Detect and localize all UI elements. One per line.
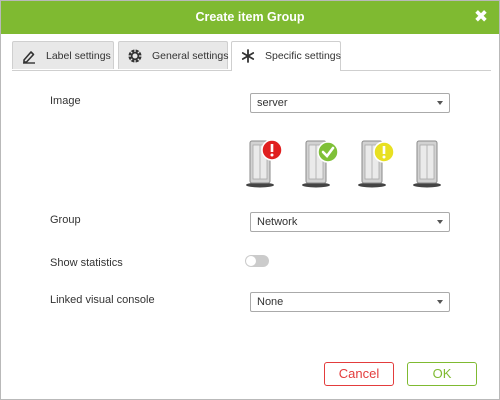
linked-console-label: Linked visual console <box>50 294 155 306</box>
linked-console-select-value: None <box>257 296 284 308</box>
create-item-group-dialog: Create item Group ✖ Label settings Gener… <box>0 0 500 400</box>
tab-label-settings[interactable]: Label settings <box>12 41 114 69</box>
dialog-titlebar: Create item Group ✖ <box>1 1 499 34</box>
group-label: Group <box>50 214 81 226</box>
server-default-icon <box>413 140 441 188</box>
image-select-value: server <box>257 97 288 109</box>
close-icon[interactable]: ✖ <box>471 6 491 28</box>
chevron-down-icon <box>437 101 443 105</box>
group-select-value: Network <box>257 216 298 228</box>
server-warning-icon <box>358 140 395 188</box>
show-statistics-label: Show statistics <box>50 257 123 269</box>
show-statistics-toggle[interactable] <box>245 255 269 267</box>
asterisk-icon <box>241 49 255 63</box>
tab-label: General settings <box>152 50 229 62</box>
image-label: Image <box>50 95 81 107</box>
chevron-down-icon <box>437 300 443 304</box>
gear-icon <box>128 49 142 63</box>
server-critical-icon <box>246 139 283 188</box>
tab-label: Specific settings <box>265 50 341 62</box>
server-ok-icon <box>302 140 339 188</box>
tab-bar: Label settings General settings Specific… <box>12 41 492 71</box>
dialog-title: Create item Group <box>195 10 305 24</box>
tab-general-settings[interactable]: General settings <box>118 41 228 69</box>
pencil-icon <box>23 51 35 64</box>
tab-label: Label settings <box>46 50 111 62</box>
tab-specific-settings[interactable]: Specific settings <box>231 41 341 71</box>
chevron-down-icon <box>437 220 443 224</box>
linked-console-select[interactable]: None <box>250 292 450 312</box>
ok-button[interactable]: OK <box>407 362 477 386</box>
toggle-knob <box>246 256 256 266</box>
image-select[interactable]: server <box>250 93 450 113</box>
group-select[interactable]: Network <box>250 212 450 232</box>
cancel-button[interactable]: Cancel <box>324 362 394 386</box>
